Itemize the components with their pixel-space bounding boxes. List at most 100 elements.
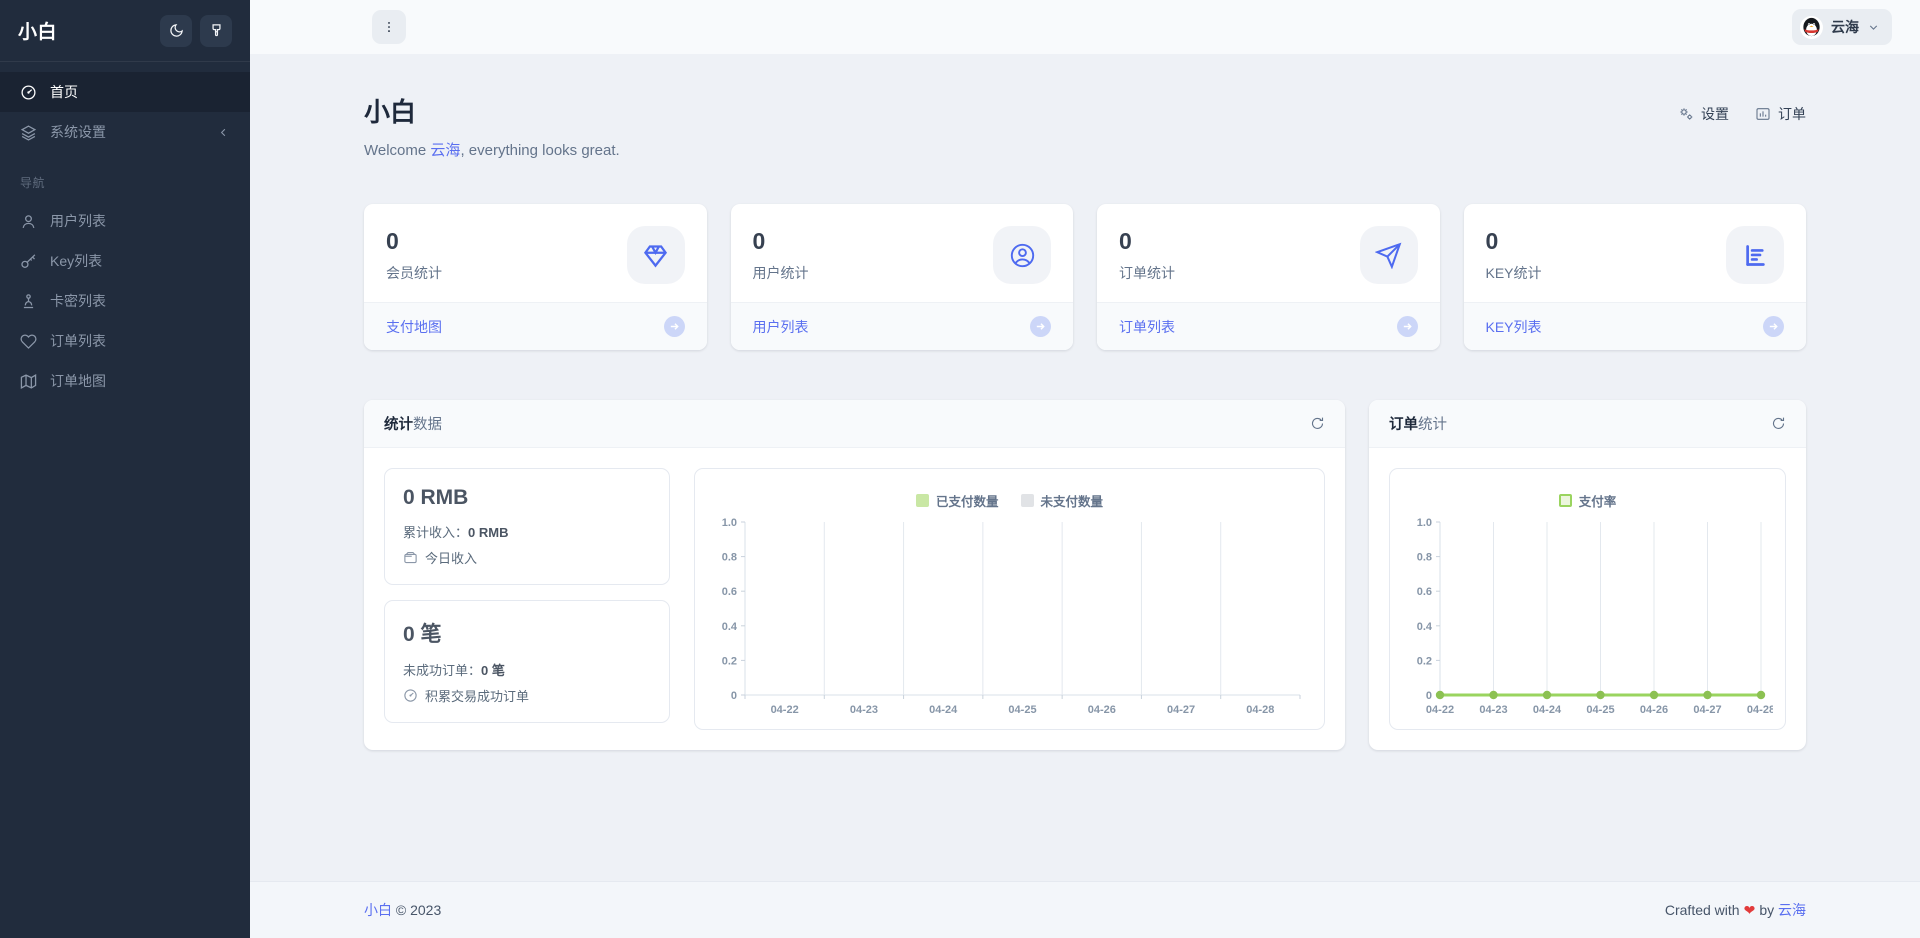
- content-area: 小白 Welcome 云海, everything looks great. 设…: [250, 54, 1920, 881]
- sidebar-item-label: 首页: [50, 82, 78, 102]
- chevron-left-icon: [217, 126, 230, 139]
- sidebar-item-system-settings[interactable]: 系统设置: [0, 112, 250, 152]
- svg-text:1.0: 1.0: [1417, 517, 1432, 529]
- sidebar-item-label: 订单列表: [50, 331, 106, 351]
- svg-text:0.6: 0.6: [1417, 586, 1432, 598]
- wallet-icon: [403, 550, 418, 565]
- refresh-icon[interactable]: [1771, 416, 1786, 431]
- svg-text:04-28: 04-28: [1747, 704, 1773, 716]
- avatar: [1800, 16, 1823, 39]
- welcome-text: Welcome 云海, everything looks great.: [364, 139, 620, 160]
- orders-caption: 积累交易成功订单: [403, 686, 651, 705]
- sidebar-item-label: 用户列表: [50, 211, 106, 231]
- sidebar-nav: 首页 系统设置 导航 用户列表 Key列表 卡密列表 订单列表 订单地图: [0, 62, 250, 401]
- svg-text:04-27: 04-27: [1167, 704, 1195, 716]
- chart-legend: 已支付数量未支付数量: [707, 491, 1312, 510]
- stat-footer-link[interactable]: KEY列表: [1486, 317, 1542, 337]
- stat-footer-link[interactable]: 支付地图: [386, 317, 442, 337]
- settings-button[interactable]: 设置: [1678, 104, 1729, 124]
- arrow-right-icon[interactable]: [1763, 316, 1784, 337]
- chart-legend: 支付率: [1402, 491, 1773, 510]
- svg-text:0.2: 0.2: [722, 655, 737, 667]
- svg-text:0.8: 0.8: [1417, 552, 1432, 564]
- footer: 小白 © 2023 Crafted with❤by 云海: [250, 881, 1920, 938]
- svg-text:0.8: 0.8: [722, 552, 737, 564]
- chart-plot: 00.20.40.60.81.004-2204-2304-2404-2504-2…: [707, 510, 1312, 728]
- svg-text:04-23: 04-23: [850, 704, 878, 716]
- menu-kebab-button[interactable]: [372, 10, 406, 44]
- heart-icon: ❤: [1744, 902, 1756, 918]
- panel-title: 统计数据: [384, 413, 442, 434]
- orders-box: 0 笔 未成功订单：0 笔 积累交易成功订单: [384, 600, 670, 723]
- svg-text:04-25: 04-25: [1586, 704, 1614, 716]
- sidebar-item-home[interactable]: 首页: [0, 72, 250, 112]
- app-logo: 小白: [18, 17, 57, 44]
- sidebar: 小白 首页 系统设置 导航 用户列表 Key列表 卡密列表: [0, 0, 250, 938]
- stat-cards-row: 0 会员统计 支付地图 0 用户统计: [364, 204, 1806, 350]
- pay-rate-chart: 支付率 00.20.40.60.81.004-2204-2304-2404-25…: [1389, 468, 1786, 730]
- stat-card-members: 0 会员统计 支付地图: [364, 204, 707, 350]
- revenue-value: 0 RMB: [403, 486, 651, 510]
- sidebar-section-label: 导航: [0, 152, 250, 201]
- orders-value: 0 笔: [403, 618, 651, 648]
- sidebar-item-order-list[interactable]: 订单列表: [0, 321, 250, 361]
- user-circle-icon: [993, 226, 1051, 284]
- footer-copyright: 小白 © 2023: [364, 900, 441, 920]
- user-name: 云海: [1831, 17, 1859, 37]
- brush-icon: [209, 23, 224, 38]
- bar-chart-icon: [1726, 226, 1784, 284]
- heart-icon: [20, 333, 37, 350]
- dark-mode-toggle-button[interactable]: [160, 15, 192, 47]
- orders-button[interactable]: 订单: [1755, 104, 1806, 124]
- svg-text:04-23: 04-23: [1479, 704, 1507, 716]
- gauge-icon: [20, 84, 37, 101]
- stat-footer-link[interactable]: 订单列表: [1119, 317, 1175, 337]
- revenue-box: 0 RMB 累计收入：0 RMB 今日收入: [384, 468, 670, 585]
- refresh-icon[interactable]: [1310, 416, 1325, 431]
- stats-panel: 统计数据 0 RMB 累计收入：0 RMB 今日收入: [364, 400, 1345, 750]
- map-icon: [20, 373, 37, 390]
- footer-app-link[interactable]: 小白: [364, 902, 392, 918]
- sidebar-item-key-list[interactable]: Key列表: [0, 241, 250, 281]
- footer-author-link[interactable]: 云海: [1778, 902, 1806, 918]
- theme-button[interactable]: [200, 15, 232, 47]
- footer-credit: Crafted with❤by 云海: [1665, 900, 1806, 920]
- sidebar-item-order-map[interactable]: 订单地图: [0, 361, 250, 401]
- stat-footer-link[interactable]: 用户列表: [753, 317, 809, 337]
- paper-plane-icon: [1360, 226, 1418, 284]
- stat-card-keys: 0 KEY统计 KEY列表: [1464, 204, 1807, 350]
- stat-label: 用户统计: [753, 263, 809, 283]
- sidebar-item-card-list[interactable]: 卡密列表: [0, 281, 250, 321]
- svg-text:1.0: 1.0: [722, 517, 737, 529]
- arrow-right-icon[interactable]: [1030, 316, 1051, 337]
- stat-value: 0: [1486, 228, 1542, 255]
- stat-value: 0: [753, 228, 809, 255]
- user-icon: [20, 213, 37, 230]
- sidebar-header: 小白: [0, 0, 250, 62]
- payments-chart: 已支付数量未支付数量 00.20.40.60.81.004-2204-2304-…: [694, 468, 1325, 730]
- orders-line: 未成功订单：0 笔: [403, 660, 651, 679]
- svg-text:04-28: 04-28: [1246, 704, 1274, 716]
- user-menu[interactable]: 云海: [1792, 9, 1892, 45]
- sidebar-item-user-list[interactable]: 用户列表: [0, 201, 250, 241]
- orders-panel: 订单统计 支付率 00.20.40.60.81.004-2204-2304-24…: [1369, 400, 1806, 750]
- arrow-right-icon[interactable]: [664, 316, 685, 337]
- stat-card-users: 0 用户统计 用户列表: [731, 204, 1074, 350]
- sidebar-item-label: 订单地图: [50, 371, 106, 391]
- key-icon: [20, 253, 37, 270]
- svg-text:04-24: 04-24: [1533, 704, 1562, 716]
- chart-plot: 00.20.40.60.81.004-2204-2304-2404-2504-2…: [1402, 510, 1773, 728]
- moon-icon: [169, 23, 184, 38]
- sidebar-item-label: 卡密列表: [50, 291, 106, 311]
- gears-icon: [1678, 106, 1694, 122]
- svg-text:04-22: 04-22: [771, 704, 799, 716]
- arrow-right-icon[interactable]: [1397, 316, 1418, 337]
- svg-text:0.4: 0.4: [722, 621, 738, 633]
- svg-text:0.6: 0.6: [722, 586, 737, 598]
- layers-icon: [20, 124, 37, 141]
- svg-text:04-22: 04-22: [1426, 704, 1454, 716]
- welcome-user-link[interactable]: 云海: [430, 142, 460, 159]
- svg-text:04-26: 04-26: [1088, 704, 1116, 716]
- page-title: 小白: [364, 92, 620, 129]
- gem-icon: [627, 226, 685, 284]
